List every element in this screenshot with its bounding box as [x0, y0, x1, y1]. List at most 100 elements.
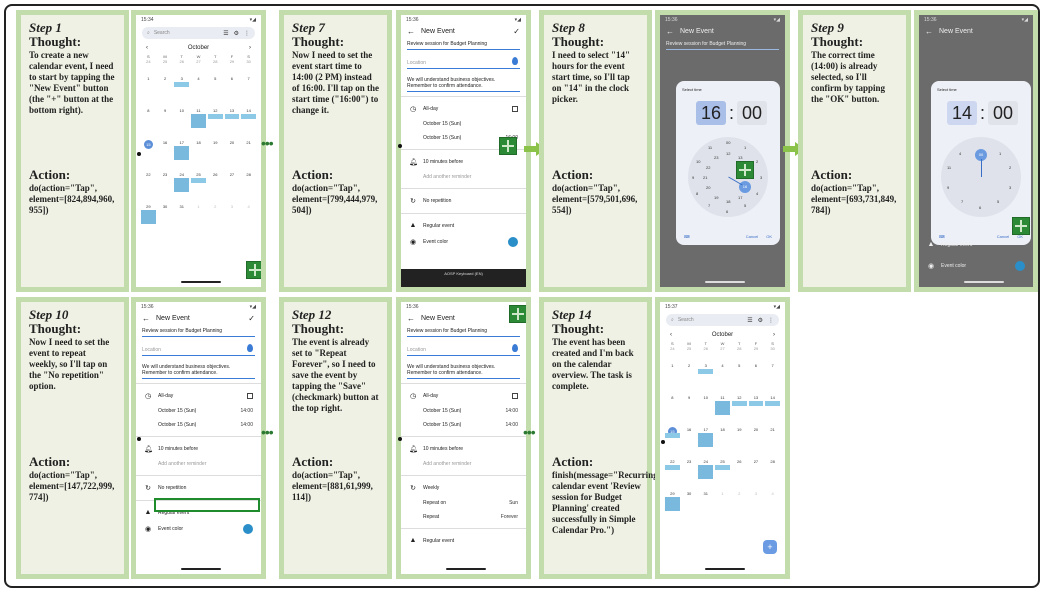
day-cell[interactable]: 10 — [173, 96, 190, 128]
next-month-button[interactable]: › — [773, 332, 775, 338]
end-date-row[interactable]: October 15 (Sun) 14:00 — [401, 418, 526, 432]
day-cell[interactable]: 1 — [664, 351, 681, 383]
dial-number[interactable]: 6 — [726, 209, 728, 214]
dial-number[interactable]: 11 — [947, 165, 951, 170]
dial-number[interactable]: 7 — [708, 203, 710, 208]
title-field[interactable]: Review session for Budget Planning — [666, 41, 779, 50]
dial-number[interactable]: 21 — [703, 175, 707, 180]
dial-number[interactable]: 2 — [1009, 165, 1011, 170]
day-cell[interactable]: 1 — [140, 64, 157, 96]
day-cell[interactable]: 11 — [190, 96, 207, 128]
day-cell[interactable]: 5 — [207, 64, 224, 96]
more-icon[interactable]: ⋮ — [768, 317, 774, 324]
end-date-row[interactable]: October 15 (Sun) 14:00 — [136, 418, 261, 432]
day-cell[interactable]: 17 — [173, 128, 190, 160]
day-cell[interactable]: 12 — [731, 383, 748, 415]
dial-number[interactable]: 22 — [706, 165, 710, 170]
day-cell[interactable]: 3 — [173, 64, 190, 96]
more-icon[interactable]: ⋮ — [244, 30, 250, 37]
view-toggle-icon[interactable]: ☰ — [223, 30, 228, 37]
event-color-row[interactable]: ◉ Event color — [919, 257, 1033, 275]
allday-checkbox[interactable] — [512, 106, 518, 112]
hour-box[interactable]: 16 — [696, 101, 726, 125]
save-checkmark-icon[interactable]: ✓ — [248, 314, 255, 323]
view-toggle-icon[interactable]: ☰ — [747, 317, 752, 324]
day-cell[interactable]: 19 — [207, 128, 224, 160]
allday-checkbox[interactable] — [512, 393, 518, 399]
repetition-row[interactable]: ↻ Weekly — [401, 480, 526, 496]
day-cell[interactable]: 16 — [681, 415, 698, 447]
back-arrow-icon[interactable]: ← — [142, 314, 150, 323]
day-cell[interactable]: 31 — [697, 479, 714, 511]
hour-box[interactable]: 14 — [947, 101, 977, 125]
dial-number[interactable]: 17 — [738, 195, 742, 200]
day-cell[interactable]: 11 — [714, 383, 731, 415]
day-cell[interactable]: 16 — [157, 128, 174, 160]
dial-number[interactable]: 8 — [696, 191, 698, 196]
back-arrow-icon[interactable]: ← — [925, 27, 933, 36]
day-cell[interactable]: 19 — [731, 415, 748, 447]
end-time[interactable]: 14:00 — [505, 422, 518, 428]
day-cell[interactable]: 28 — [240, 160, 257, 192]
day-cell[interactable]: 9 — [157, 96, 174, 128]
gear-icon[interactable]: ⚙ — [234, 30, 239, 37]
dial-number[interactable]: 9 — [947, 185, 949, 190]
dial-number[interactable]: 1 — [999, 151, 1001, 156]
day-cell[interactable]: 24 — [697, 447, 714, 479]
dial-number[interactable]: 00 — [726, 140, 730, 145]
prev-month-button[interactable]: ‹ — [670, 332, 672, 338]
description-field[interactable]: We will understand business objectives. … — [142, 364, 255, 379]
day-cell[interactable]: 28 — [764, 447, 781, 479]
add-reminder-row[interactable]: Add another reminder — [136, 457, 261, 471]
day-cell[interactable]: 2 — [157, 64, 174, 96]
day-cell[interactable]: 25 — [190, 160, 207, 192]
back-arrow-icon[interactable]: ← — [407, 314, 415, 323]
day-cell[interactable]: 30 — [681, 479, 698, 511]
day-cell[interactable]: 4 — [714, 351, 731, 383]
day-cell[interactable]: 24 — [173, 160, 190, 192]
day-cell[interactable]: 7 — [764, 351, 781, 383]
day-cell[interactable]: 15 — [140, 128, 157, 160]
day-cell[interactable]: 20 — [748, 415, 765, 447]
dial-number[interactable]: 5 — [997, 199, 999, 204]
repeat-on-row[interactable]: Repeat on Sun — [401, 496, 526, 510]
day-cell[interactable]: 6 — [748, 351, 765, 383]
dial-number[interactable]: 23 — [714, 155, 718, 160]
dial-number[interactable]: 9 — [692, 175, 694, 180]
day-cell[interactable]: 13 — [224, 96, 241, 128]
dial-number[interactable]: 3 — [760, 175, 762, 180]
dial-number[interactable]: 10 — [696, 159, 700, 164]
start-time[interactable]: 14:00 — [240, 408, 253, 414]
dial-number[interactable]: 13 — [738, 155, 742, 160]
add-reminder-row[interactable]: Add another reminder — [401, 457, 526, 471]
day-cell[interactable]: 18 — [714, 415, 731, 447]
day-cell[interactable]: 27 — [224, 160, 241, 192]
description-field[interactable]: We will understand business objectives. … — [407, 364, 520, 379]
dial-number[interactable]: 2 — [756, 159, 758, 164]
new-event-fab[interactable]: + — [763, 540, 777, 554]
dial-number[interactable]: 1 — [744, 145, 746, 150]
reminder-row[interactable]: 🔔︎ 10 minutes before — [401, 441, 526, 457]
day-cell[interactable]: 20 — [224, 128, 241, 160]
location-field[interactable]: Location — [142, 344, 255, 356]
day-cell[interactable]: 17 — [697, 415, 714, 447]
day-cell[interactable]: 14 — [764, 383, 781, 415]
day-cell[interactable]: 4 — [240, 192, 257, 224]
day-cell[interactable]: 1 — [714, 479, 731, 511]
event-type-row[interactable]: ▲ Regular event — [919, 237, 1033, 252]
location-field[interactable]: Location — [407, 344, 520, 356]
prev-month-button[interactable]: ‹ — [146, 45, 148, 51]
day-cell[interactable]: 8 — [140, 96, 157, 128]
day-cell[interactable]: 13 — [748, 383, 765, 415]
day-cell[interactable]: 6 — [224, 64, 241, 96]
day-cell[interactable]: 4 — [190, 64, 207, 96]
day-cell[interactable]: 22 — [664, 447, 681, 479]
title-field[interactable]: Review session for Budget Planning — [407, 328, 520, 337]
day-cell[interactable]: 23 — [157, 160, 174, 192]
location-field[interactable]: Location — [407, 57, 520, 69]
back-arrow-icon[interactable]: ← — [666, 27, 674, 36]
start-date-row[interactable]: October 15 (Sun) — [401, 117, 526, 131]
save-checkmark-icon[interactable]: ✓ — [513, 27, 520, 36]
dial-number[interactable]: 4 — [959, 151, 961, 156]
allday-row[interactable]: ◷ All-day — [401, 101, 526, 117]
